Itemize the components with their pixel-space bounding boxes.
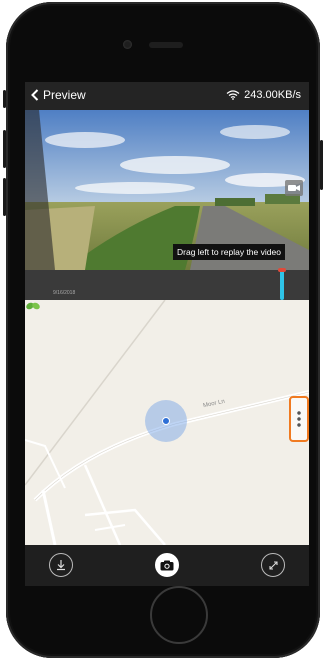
home-button[interactable] [150, 586, 208, 644]
earpiece-speaker [149, 42, 183, 48]
chevron-left-icon [31, 89, 39, 101]
app-screen: Preview 243.00KB/s Drag left to replay t… [25, 82, 309, 586]
replay-hint-tooltip: Drag left to replay the video [173, 244, 285, 260]
top-bar: Preview 243.00KB/s [25, 82, 309, 110]
power-button [320, 140, 323, 190]
wifi-icon [226, 90, 240, 100]
speed-text: 243.00KB/s [244, 89, 301, 101]
network-speed: 243.00KB/s [226, 89, 301, 101]
volume-up-button [3, 130, 6, 168]
download-button[interactable] [49, 553, 73, 577]
leaf-icon[interactable] [25, 300, 41, 312]
back-label: Preview [43, 88, 86, 102]
fullscreen-button[interactable] [261, 553, 285, 577]
expand-icon [268, 560, 278, 570]
current-location-dot [162, 417, 170, 425]
video-camera-icon[interactable] [285, 180, 303, 196]
mute-switch [3, 90, 6, 108]
snapshot-button[interactable] [155, 553, 179, 577]
back-button[interactable]: Preview [31, 88, 86, 102]
bottom-toolbar [25, 545, 309, 586]
timeline-date: 9/16/2018 [53, 290, 76, 296]
video-timeline[interactable]: 9/16/2018 [25, 268, 309, 300]
camera-icon [160, 560, 174, 570]
front-camera [123, 40, 132, 49]
grip-dots-icon [297, 410, 301, 428]
timeline-playhead[interactable] [278, 268, 286, 300]
volume-down-button [3, 178, 6, 216]
download-icon [57, 560, 65, 571]
panel-drag-handle[interactable] [289, 396, 309, 442]
map-view[interactable]: Moor Ln [25, 300, 309, 545]
